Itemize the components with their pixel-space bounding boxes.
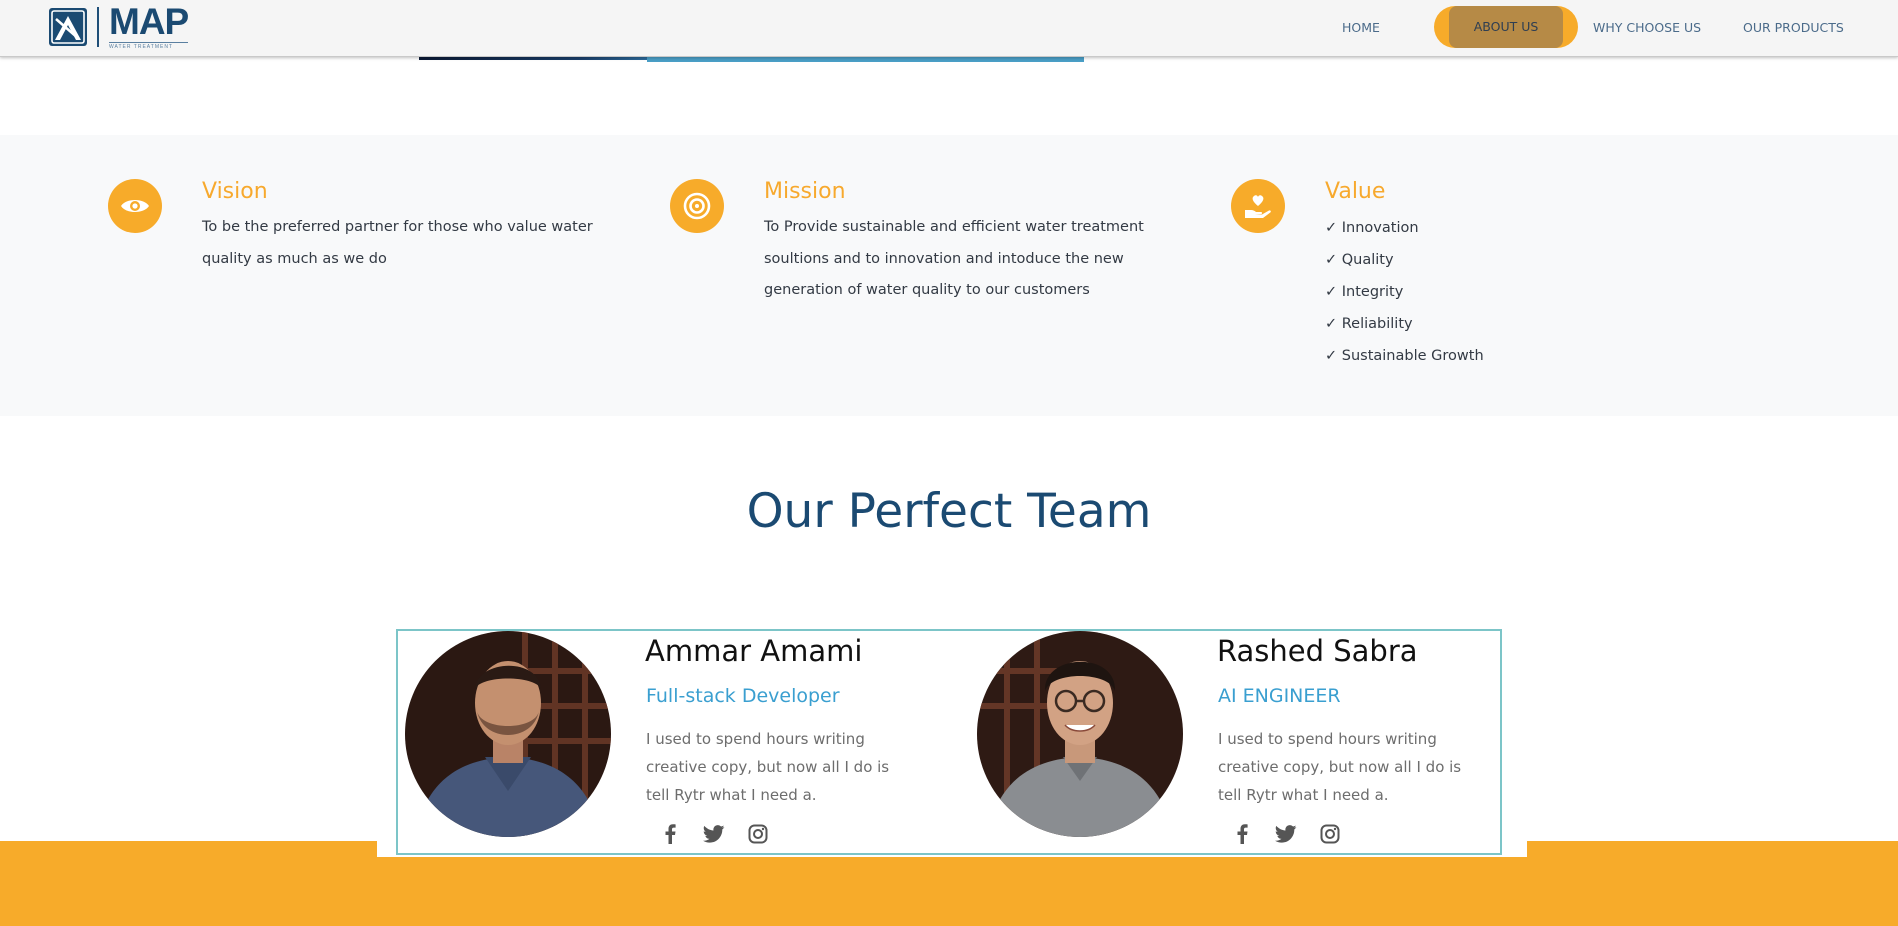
vision-mission-value-section: Vision To be the preferred partner for t…: [0, 135, 1898, 416]
member-role: AI ENGINEER: [1218, 685, 1341, 707]
twitter-icon[interactable]: [1274, 822, 1298, 846]
member-social-links: [658, 822, 770, 846]
vision-content: Vision To be the preferred partner for t…: [202, 179, 632, 275]
member-social-links: [1230, 822, 1342, 846]
member-bio: I used to spend hours writing creative c…: [646, 730, 890, 804]
logo[interactable]: MAP WATER TREATMENT: [48, 0, 189, 50]
target-icon: [670, 179, 724, 233]
value-item: ✓ Reliability: [1325, 316, 1413, 332]
value-item: ✓ Innovation: [1325, 220, 1419, 236]
twitter-icon[interactable]: [702, 822, 726, 846]
facebook-icon[interactable]: [658, 822, 682, 846]
facebook-icon[interactable]: [1230, 822, 1254, 846]
map-logo-icon: [49, 8, 87, 46]
value-content: Value ✓ Innovation ✓ Quality ✓ Integrity…: [1325, 179, 1625, 372]
nav-our-products[interactable]: OUR PRODUCTS: [1743, 6, 1844, 50]
team-section-title: Our Perfect Team: [746, 484, 1152, 539]
value-title: Value: [1325, 179, 1386, 204]
mission-title: Mission: [764, 179, 846, 204]
eye-icon: [108, 179, 162, 233]
member-bio: I used to spend hours writing creative c…: [1218, 730, 1462, 804]
vision-title: Vision: [202, 179, 268, 204]
nav-home[interactable]: HOME: [1342, 6, 1380, 50]
site-header: MAP WATER TREATMENT HOME ABOUT US WHY CH…: [0, 0, 1898, 57]
instagram-icon[interactable]: [1318, 822, 1342, 846]
nav-about-us-label: ABOUT US: [1473, 19, 1539, 34]
vision-text: To be the preferred partner for those wh…: [202, 219, 593, 267]
instagram-icon[interactable]: [746, 822, 770, 846]
member-name: Rashed Sabra: [1217, 634, 1418, 668]
avatar: [977, 631, 1183, 837]
mission-content: Mission To Provide sustainable and effic…: [764, 179, 1184, 307]
logo-text: MAP WATER TREATMENT: [109, 0, 189, 50]
logo-wordmark: MAP: [109, 0, 189, 42]
logo-tagline: WATER TREATMENT: [109, 41, 189, 50]
hand-heart-icon: [1231, 179, 1285, 233]
member-name: Ammar Amami: [645, 634, 863, 668]
logo-divider: [97, 7, 99, 47]
nav-why-choose-us[interactable]: WHY CHOOSE US: [1593, 6, 1701, 50]
value-list: ✓ Innovation ✓ Quality ✓ Integrity ✓ Rel…: [1325, 212, 1625, 372]
value-item: ✓ Integrity: [1325, 284, 1404, 300]
nav-about-us[interactable]: ABOUT US: [1434, 6, 1578, 48]
value-item: ✓ Sustainable Growth: [1325, 348, 1484, 364]
value-item: ✓ Quality: [1325, 252, 1394, 268]
avatar: [405, 631, 611, 837]
member-role: Full-stack Developer: [646, 685, 840, 707]
mission-text: To Provide sustainable and efficient wat…: [764, 219, 1144, 298]
